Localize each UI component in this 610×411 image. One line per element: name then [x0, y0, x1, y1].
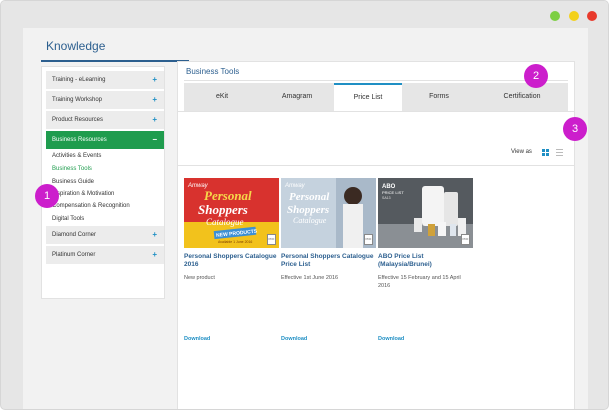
- pdf-file-icon: PDF: [364, 234, 373, 245]
- thumb-line3: Catalogue: [206, 217, 244, 227]
- product-title[interactable]: Personal Shoppers Catalogue 2016: [184, 253, 279, 269]
- thumb-sub: Available 1 June 2016: [218, 240, 252, 244]
- close-button[interactable]: [587, 11, 597, 21]
- tab-amagram[interactable]: Amagram: [260, 83, 334, 111]
- page-header: Knowledge: [23, 28, 588, 60]
- thumb-line1: Personal: [289, 191, 330, 203]
- tab-forms[interactable]: Forms: [402, 83, 476, 111]
- catalogue-price-list-image: Amway Personal Shoppers Catalogue: [281, 178, 376, 248]
- download-link[interactable]: Download: [281, 336, 307, 342]
- browser-window: Knowledge Training - eLearning + Trainin…: [0, 0, 609, 410]
- thumb-line2: Shoppers: [287, 204, 329, 216]
- expand-icon[interactable]: +: [152, 246, 157, 264]
- minimize-button[interactable]: [569, 11, 579, 21]
- sidebar-item-label: Business Resources: [52, 137, 107, 143]
- thumb-line1: Personal: [204, 188, 252, 203]
- catalogue-cover-image: Amway Personal Shoppers Catalogue NEW PR…: [184, 178, 279, 248]
- expand-icon[interactable]: +: [152, 226, 157, 244]
- product-description: Effective 1st June 2016: [281, 275, 339, 281]
- sidebar: Training - eLearning + Training Workshop…: [41, 66, 165, 299]
- section-title: Business Tools: [186, 67, 240, 76]
- maximize-button[interactable]: [550, 11, 560, 21]
- product-description: New product: [184, 275, 215, 281]
- abo-price-list-image: ABO PRICE LIST SA13: [378, 178, 473, 248]
- sidebar-item-training-elearning[interactable]: Training - eLearning +: [46, 71, 164, 89]
- sidebar-subitem-digital-tools[interactable]: Digital Tools: [52, 216, 84, 222]
- sidebar-item-diamond-corner[interactable]: Diamond Corner +: [46, 226, 164, 244]
- list-view-icon[interactable]: [556, 149, 563, 156]
- sidebar-item-product-resources[interactable]: Product Resources +: [46, 111, 164, 129]
- thumb-brand: Amway: [284, 183, 306, 189]
- sidebar-subitem-business-tools[interactable]: Business Tools: [52, 166, 92, 172]
- sidebar-item-label: Diamond Corner: [52, 232, 97, 238]
- product-thumbnail[interactable]: Amway Personal Shoppers Catalogue PDF: [281, 178, 376, 248]
- callout-badge: 2: [524, 64, 548, 88]
- tab-price-list[interactable]: Price List: [334, 83, 402, 111]
- page-title-underline: [41, 60, 189, 62]
- page-title: Knowledge: [46, 39, 106, 53]
- product-title[interactable]: ABO Price List (Malaysia/Brunei): [378, 253, 473, 269]
- sidebar-subitem-inspiration-motivation[interactable]: Inspiration & Motivation: [52, 191, 114, 197]
- sidebar-subitem-business-guide[interactable]: Business Guide: [52, 179, 94, 185]
- tab-certification[interactable]: Certification: [476, 83, 568, 111]
- callout-badge: 3: [563, 117, 587, 141]
- expand-icon[interactable]: +: [152, 71, 157, 89]
- product-thumbnail[interactable]: Amway Personal Shoppers Catalogue NEW PR…: [184, 178, 279, 248]
- thumb-line2: PRICE LIST: [382, 190, 404, 195]
- thumb-line2: Shoppers: [198, 202, 248, 217]
- sidebar-subitem-compensation-recognition[interactable]: Compensation & Recognition: [52, 203, 130, 209]
- product-description: Effective 15 February and 15 April 2016: [378, 275, 461, 289]
- sidebar-item-label: Training - eLearning: [52, 77, 106, 83]
- pdf-file-icon: PDF: [461, 234, 470, 245]
- view-as-label: View as: [511, 149, 532, 155]
- expand-icon[interactable]: +: [152, 111, 157, 129]
- sidebar-item-platinum-corner[interactable]: Platinum Corner +: [46, 246, 164, 264]
- sidebar-item-label: Platinum Corner: [52, 252, 96, 258]
- sidebar-item-training-workshop[interactable]: Training Workshop +: [46, 91, 164, 109]
- download-link[interactable]: Download: [184, 336, 210, 342]
- thumb-line3: Catalogue: [293, 216, 327, 225]
- pdf-file-icon: PDF: [267, 234, 276, 245]
- sidebar-item-label: Product Resources: [52, 117, 104, 123]
- tab-ekit[interactable]: eKit: [184, 83, 260, 111]
- product-title[interactable]: Personal Shoppers Catalogue Price List: [281, 253, 376, 269]
- callout-badge: 1: [35, 184, 59, 208]
- expand-icon[interactable]: +: [152, 91, 157, 109]
- product-thumbnail[interactable]: ABO PRICE LIST SA13 PDF: [378, 178, 473, 248]
- sidebar-item-label: Training Workshop: [52, 97, 103, 103]
- divider: [184, 80, 568, 81]
- collapse-icon[interactable]: −: [152, 131, 157, 149]
- tabs-divider: [178, 111, 574, 112]
- grid-view-icon[interactable]: [542, 149, 549, 156]
- main-panel: Business Tools eKit Amagram Price List F…: [177, 61, 575, 409]
- page-content: Knowledge Training - eLearning + Trainin…: [23, 28, 588, 409]
- title-bar: [1, 1, 608, 28]
- download-link[interactable]: Download: [378, 336, 404, 342]
- sidebar-subitem-activities-events[interactable]: Activities & Events: [52, 153, 101, 159]
- divider: [178, 165, 574, 166]
- thumb-line3: SA13: [382, 196, 391, 200]
- sidebar-item-business-resources[interactable]: Business Resources −: [46, 131, 164, 149]
